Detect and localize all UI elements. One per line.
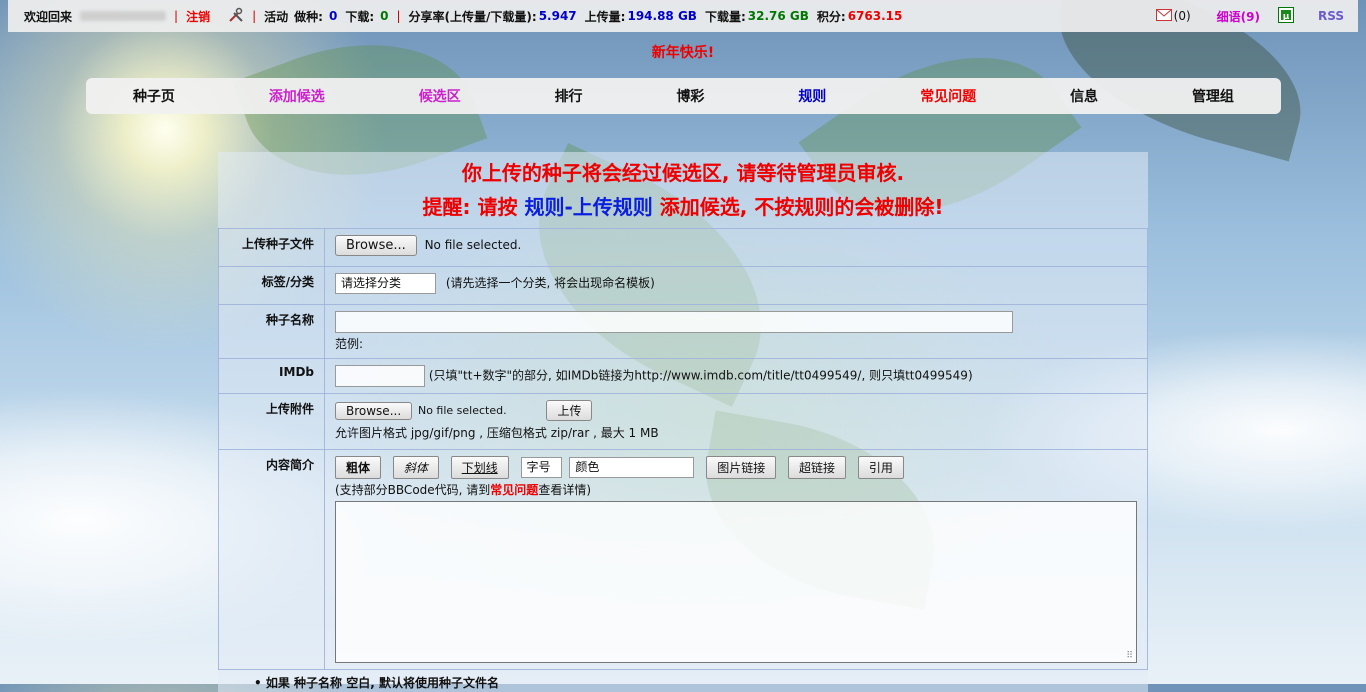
attachment-hint: 允许图片格式 jpg/gif/png , 压缩包格式 zip/rar , 最大 … bbox=[335, 426, 659, 440]
faq-link[interactable]: 常见问题 bbox=[490, 483, 538, 497]
nav-add-candidate[interactable]: 添加候选 bbox=[269, 86, 325, 106]
downloading-count[interactable]: 0 bbox=[380, 9, 388, 23]
ratio-label: 分享率(上传量/下载量): bbox=[408, 9, 537, 24]
top-status-bar: 欢迎回来 | 注销 | 活动 做种: 0 下载: 0 | 分享率(上传量/下载量… bbox=[8, 0, 1358, 32]
points-label: 积分: bbox=[816, 9, 846, 24]
uploaded-value: 194.88 GB bbox=[627, 9, 697, 23]
downloaded-value: 32.76 GB bbox=[747, 9, 809, 23]
downloaded-label: 下载量: bbox=[704, 9, 746, 24]
username-blurred[interactable] bbox=[80, 11, 167, 21]
bottom-note: • 如果 种子名称 空白, 默认将使用种子文件名 bbox=[254, 676, 499, 690]
category-select[interactable]: 请选择分类 bbox=[335, 273, 436, 294]
bbcode-hint-prefix: (支持部分BBCode代码, 请到 bbox=[335, 483, 491, 497]
rss-link[interactable]: RSS bbox=[1318, 9, 1344, 23]
tools-icon[interactable] bbox=[228, 7, 244, 26]
description-textarea[interactable]: ⠿ bbox=[335, 501, 1137, 663]
torrent-file-label: 上传种子文件 bbox=[218, 228, 325, 267]
bbcode-hint: (支持部分BBCode代码, 请到常见问题查看详情) bbox=[335, 481, 1137, 498]
bold-button[interactable]: 粗体 bbox=[335, 456, 382, 479]
mail-count[interactable]: (0) bbox=[1174, 9, 1191, 23]
points-value[interactable]: 6763.15 bbox=[848, 9, 903, 23]
quote-button[interactable]: 引用 bbox=[857, 456, 904, 479]
ratio-value: 5.947 bbox=[538, 9, 577, 23]
nav-betting[interactable]: 博彩 bbox=[676, 86, 704, 106]
attachment-browse-button[interactable]: Browse... bbox=[335, 401, 413, 420]
nav-candidates[interactable]: 候选区 bbox=[419, 86, 461, 106]
seeding-label: 做种: bbox=[294, 9, 323, 24]
imdb-hint: (只填"tt+数字"的部分, 如IMDb链接为http://www.imdb.c… bbox=[428, 368, 973, 383]
downloading-label: 下载: bbox=[345, 9, 375, 24]
upload-form: 上传种子文件 Browse... No file selected. 标签/分类… bbox=[218, 228, 1148, 670]
torrent-name-input[interactable] bbox=[335, 311, 1013, 333]
notice-prefix: 提醒: 请按 bbox=[422, 195, 518, 219]
attachment-file-status: No file selected. bbox=[417, 404, 507, 417]
nav-rules[interactable]: 规则 bbox=[798, 86, 826, 106]
nav-info[interactable]: 信息 bbox=[1070, 86, 1098, 106]
upload-panel: 你上传的种子将会经过候选区, 请等待管理员审核. 提醒: 请按 规则-上传规则 … bbox=[218, 152, 1148, 692]
upload-notice: 你上传的种子将会经过候选区, 请等待管理员审核. 提醒: 请按 规则-上传规则 … bbox=[218, 152, 1148, 224]
font-size-select[interactable]: 字号 bbox=[520, 457, 562, 478]
torrent-name-label: 种子名称 bbox=[218, 304, 325, 359]
resize-grip-icon[interactable]: ⠿ bbox=[1126, 651, 1133, 661]
logout-link[interactable]: 注销 bbox=[186, 8, 210, 25]
category-hint: (请先选择一个分类, 将会出现命名模板) bbox=[445, 276, 655, 290]
notice-line-1: 你上传的种子将会经过候选区, 请等待管理员审核. bbox=[461, 161, 905, 185]
activity-label: 活动 bbox=[264, 9, 289, 24]
nav-torrents[interactable]: 种子页 bbox=[133, 86, 175, 106]
description-label: 内容简介 bbox=[218, 449, 325, 670]
nav-staff[interactable]: 管理组 bbox=[1192, 86, 1234, 106]
nav-faq[interactable]: 常见问题 bbox=[920, 86, 976, 106]
messages-link[interactable]: 细语(9) bbox=[1217, 8, 1260, 25]
seeding-count[interactable]: 0 bbox=[329, 9, 337, 23]
color-select[interactable]: 颜色 bbox=[569, 457, 695, 478]
svg-text:μ: μ bbox=[1283, 12, 1290, 22]
divider: | bbox=[396, 9, 401, 23]
underline-button[interactable]: 下划线 bbox=[450, 456, 509, 479]
italic-button[interactable]: 斜体 bbox=[392, 456, 439, 479]
divider: | bbox=[174, 9, 179, 23]
notice-line-2: 提醒: 请按 规则-上传规则 添加候选, 不按规则的会被删除! bbox=[218, 190, 1148, 224]
image-link-button[interactable]: 图片链接 bbox=[706, 456, 777, 479]
attachment-upload-button[interactable]: 上传 bbox=[546, 400, 593, 421]
torrent-file-status: No file selected. bbox=[424, 238, 522, 252]
torrent-name-example: 范例: bbox=[335, 337, 364, 351]
nav-ranking[interactable]: 排行 bbox=[555, 86, 583, 106]
uploaded-label: 上传量: bbox=[584, 9, 626, 24]
imdb-label: IMDb bbox=[218, 358, 325, 394]
torrent-browse-button[interactable]: Browse... bbox=[335, 235, 417, 256]
category-label: 标签/分类 bbox=[218, 266, 325, 305]
welcome-text: 欢迎回来 bbox=[24, 9, 73, 24]
main-nav: 种子页 添加候选 候选区 排行 博彩 规则 常见问题 信息 管理组 bbox=[86, 78, 1281, 114]
divider: | bbox=[252, 9, 257, 23]
site-motto: 新年快乐! bbox=[651, 45, 715, 61]
upload-rules-link[interactable]: 规则-上传规则 bbox=[524, 195, 652, 219]
mail-icon[interactable] bbox=[1155, 8, 1172, 24]
attachment-label: 上传附件 bbox=[218, 393, 325, 450]
bbcode-hint-suffix: 查看详情) bbox=[538, 483, 591, 497]
utorrent-icon[interactable]: μ bbox=[1278, 6, 1294, 26]
imdb-input[interactable] bbox=[335, 365, 425, 387]
bbcode-toolbar: 粗体 斜体 下划线 字号 颜色 图片链接 超链接 引用 bbox=[335, 456, 1137, 479]
hyperlink-button[interactable]: 超链接 bbox=[788, 456, 847, 479]
notice-suffix: 添加候选, 不按规则的会被删除! bbox=[659, 195, 944, 219]
